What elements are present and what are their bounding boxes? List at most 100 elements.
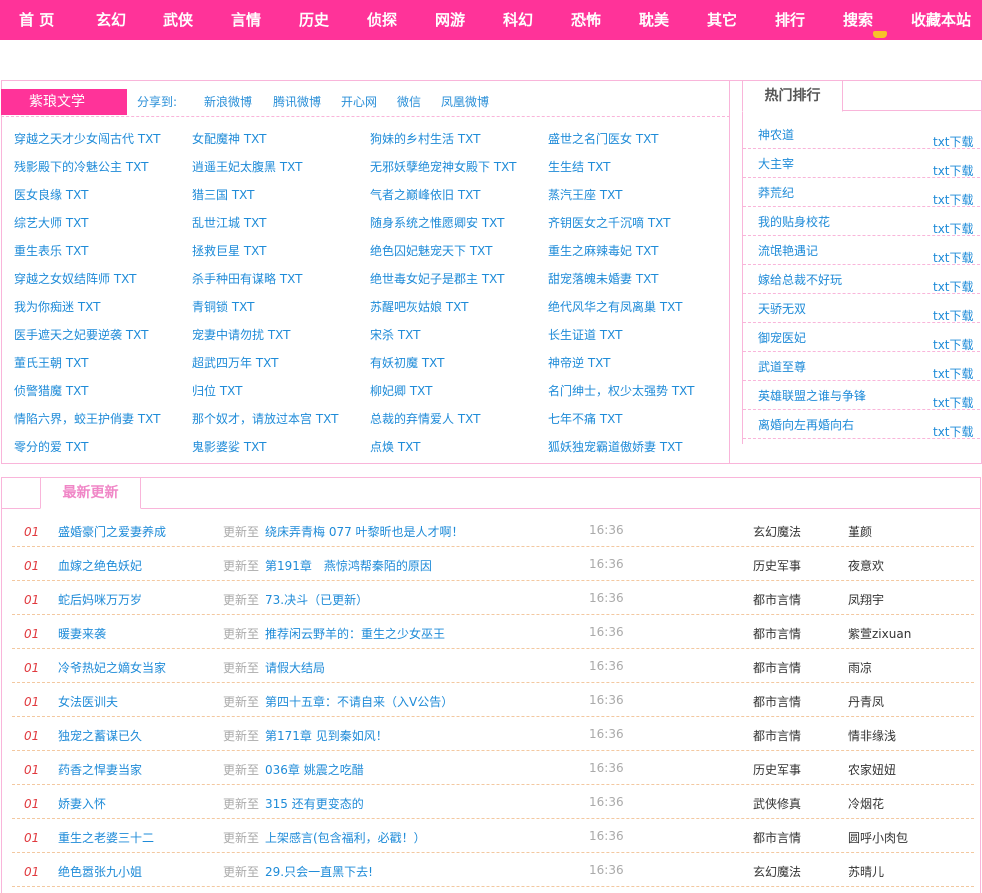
book-link[interactable]: 点焕 TXT [370, 438, 421, 455]
chapter-link[interactable]: 73.决斗（已更新） [265, 591, 368, 608]
book-link[interactable]: 那个奴才，请放过本宫 TXT [192, 410, 339, 427]
book-link[interactable]: 长生证道 TXT [548, 326, 623, 343]
book-title-link[interactable]: 娇妻入怀 [58, 795, 106, 812]
book-link[interactable]: 情陷六界，蛟王护俏妻 TXT [14, 410, 161, 427]
book-title-link[interactable]: 盛婚豪门之爱妻养成 [58, 523, 166, 540]
book-link[interactable]: 我为你痴迷 TXT [14, 298, 101, 315]
book-link[interactable]: 绝色囚妃魅宠天下 TXT [370, 242, 493, 259]
hot-book-link[interactable]: 流氓艳遇记 [758, 242, 818, 259]
nav-wuxia[interactable]: 武侠 [163, 0, 193, 40]
chapter-link[interactable]: 036章 姚震之吃醋 [265, 761, 364, 778]
book-link[interactable]: 神帝逆 TXT [548, 354, 611, 371]
book-link[interactable]: 穿越之女奴结阵师 TXT [14, 270, 137, 287]
hot-book-link[interactable]: 武道至尊 [758, 358, 806, 375]
book-link[interactable]: 乱世江城 TXT [192, 214, 267, 231]
book-link[interactable]: 绝世毒女妃子是郡主 TXT [370, 270, 505, 287]
chapter-link[interactable]: 315 还有更变态的 [265, 795, 364, 812]
book-link[interactable]: 随身系统之惟愿卿安 TXT [370, 214, 505, 231]
hot-book-link[interactable]: 莽荒纪 [758, 184, 794, 201]
nav-bookmark[interactable]: 收藏本站 [911, 0, 971, 40]
chapter-link[interactable]: 第171章 见到秦如风！ [265, 727, 388, 744]
chapter-link[interactable]: 上架感言(包含福利，必戳！） [265, 829, 426, 846]
hot-book-link[interactable]: 大主宰 [758, 155, 794, 172]
hot-book-link[interactable]: 嫁给总裁不好玩 [758, 271, 842, 288]
book-title-link[interactable]: 暖妻来袭 [58, 625, 106, 642]
book-title-link[interactable]: 冷爷热妃之嫡女当家 [58, 659, 166, 676]
book-link[interactable]: 蒸汽王座 TXT [548, 186, 623, 203]
nav-wangyou[interactable]: 网游 [435, 0, 465, 40]
book-link[interactable]: 总裁的弃情爱人 TXT [370, 410, 481, 427]
nav-xuanhuan[interactable]: 玄幻 [96, 0, 126, 40]
book-link[interactable]: 归位 TXT [192, 382, 243, 399]
book-link[interactable]: 穿越之天才少女闯古代 TXT [14, 130, 161, 147]
book-link[interactable]: 重生表乐 TXT [14, 242, 89, 259]
book-link[interactable]: 董氏王朝 TXT [14, 354, 89, 371]
book-title-link[interactable]: 重生之老婆三十二 [58, 829, 154, 846]
hot-book-link[interactable]: 英雄联盟之谁与争锋 [758, 387, 866, 404]
book-link[interactable]: 苏醒吧灰姑娘 TXT [370, 298, 469, 315]
book-link[interactable]: 名门绅士，权少太强势 TXT [548, 382, 695, 399]
nav-home[interactable]: 首 页 [19, 0, 54, 40]
chapter-link[interactable]: 第191章 燕惊鸿帮秦陌的原因 [265, 557, 432, 574]
share-kaixin[interactable]: 开心网 [341, 93, 377, 110]
book-link[interactable]: 猎三国 TXT [192, 186, 255, 203]
latest-updates-tab[interactable]: 最新更新 [40, 477, 141, 509]
book-title-link[interactable]: 血嫁之绝色妖妃 [58, 557, 142, 574]
chapter-link[interactable]: 29.只会一直黑下去! [265, 863, 373, 880]
share-ifeng-weibo[interactable]: 凤凰微博 [441, 93, 489, 110]
book-link[interactable]: 宋杀 TXT [370, 326, 421, 343]
book-title-link[interactable]: 女法医训夫 [58, 693, 118, 710]
nav-yanqing[interactable]: 言情 [231, 0, 261, 40]
hot-book-link[interactable]: 我的贴身校花 [758, 213, 830, 230]
book-title-link[interactable]: 绝色嚣张九小姐 [58, 863, 142, 880]
chapter-link[interactable]: 第四十五章：不请自来（入V公告） [265, 693, 453, 710]
book-link[interactable]: 狐妖独宠霸道傲娇妻 TXT [548, 438, 683, 455]
share-weixin[interactable]: 微信 [397, 93, 421, 110]
chapter-link[interactable]: 绕床弄青梅 077 叶黎昕也是人才啊！ [265, 523, 464, 540]
book-link[interactable]: 医女良缘 TXT [14, 186, 89, 203]
book-link[interactable]: 拯救巨星 TXT [192, 242, 267, 259]
book-link[interactable]: 齐钥医女之千沉嘀 TXT [548, 214, 671, 231]
share-sina-weibo[interactable]: 新浪微博 [204, 93, 252, 110]
nav-search[interactable]: 搜索 [843, 0, 873, 40]
book-link[interactable]: 残影殿下的冷魅公主 TXT [14, 158, 149, 175]
book-link[interactable]: 生生结 TXT [548, 158, 611, 175]
nav-zhentan[interactable]: 侦探 [367, 0, 397, 40]
hot-ranking-tab[interactable]: 热门排行 [742, 80, 843, 112]
book-link[interactable]: 医手遮天之妃要逆袭 TXT [14, 326, 149, 343]
book-title-link[interactable]: 药香之悍妻当家 [58, 761, 142, 778]
hot-book-link[interactable]: 神农道 [758, 126, 794, 143]
nav-kehuan[interactable]: 科幻 [503, 0, 533, 40]
hot-book-link[interactable]: 离婚向左再婚向右 [758, 416, 854, 433]
book-link[interactable]: 狗妹的乡村生活 TXT [370, 130, 481, 147]
share-tencent-weibo[interactable]: 腾讯微博 [273, 93, 321, 110]
book-link[interactable]: 女配魔神 TXT [192, 130, 267, 147]
chapter-link[interactable]: 请假大结局 [265, 659, 325, 676]
book-link[interactable]: 无邪妖孽绝宠神女殿下 TXT [370, 158, 517, 175]
book-link[interactable]: 超武四万年 TXT [192, 354, 279, 371]
book-title-link[interactable]: 蛇后妈咪万万岁 [58, 591, 142, 608]
nav-qita[interactable]: 其它 [707, 0, 737, 40]
nav-lishi[interactable]: 历史 [299, 0, 329, 40]
book-link[interactable]: 逍遥王妃太腹黑 TXT [192, 158, 303, 175]
book-title-link[interactable]: 独宠之蓄谋已久 [58, 727, 142, 744]
book-link[interactable]: 鬼影婆娑 TXT [192, 438, 267, 455]
book-link[interactable]: 侦警猎魔 TXT [14, 382, 89, 399]
book-link[interactable]: 零分的爱 TXT [14, 438, 89, 455]
book-link[interactable]: 重生之麻辣毒妃 TXT [548, 242, 659, 259]
book-link[interactable]: 柳妃卿 TXT [370, 382, 433, 399]
book-link[interactable]: 甜宠落魄未婚妻 TXT [548, 270, 659, 287]
nav-danmei[interactable]: 耽美 [639, 0, 669, 40]
hot-book-link[interactable]: 天骄无双 [758, 300, 806, 317]
book-link[interactable]: 七年不痛 TXT [548, 410, 623, 427]
hot-book-link[interactable]: 御宠医妃 [758, 329, 806, 346]
book-link[interactable]: 宠妻中请勿扰 TXT [192, 326, 291, 343]
book-link[interactable]: 综艺大师 TXT [14, 214, 89, 231]
book-link[interactable]: 气者之巅峰依旧 TXT [370, 186, 481, 203]
book-link[interactable]: 杀手种田有谋略 TXT [192, 270, 303, 287]
nav-kongbu[interactable]: 恐怖 [571, 0, 601, 40]
nav-paihang[interactable]: 排行 [775, 0, 805, 40]
chapter-link[interactable]: 推荐闲云野羊的：重生之少女巫王 [265, 625, 445, 642]
book-link[interactable]: 青铜锁 TXT [192, 298, 255, 315]
book-link[interactable]: 绝代风华之有凤离巢 TXT [548, 298, 683, 315]
